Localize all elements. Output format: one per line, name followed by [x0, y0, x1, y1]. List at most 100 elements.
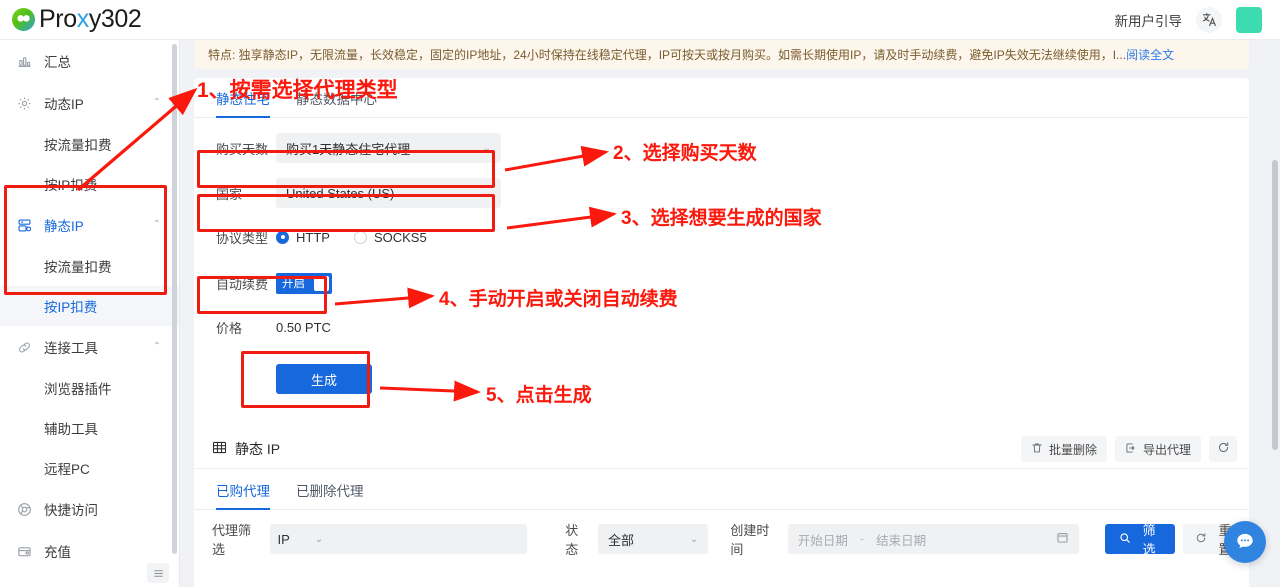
sidebar-item-remote-pc[interactable]: 远程PC — [0, 448, 179, 488]
autorenew-toggle-label: 开启 — [282, 278, 305, 290]
read-more-link[interactable]: 阅读全文 — [1126, 46, 1174, 63]
proxy-filter-type-select[interactable]: IP ⌄ — [269, 524, 332, 554]
country-select-value: United States (US) — [286, 185, 395, 201]
sidebar-item-label: 连接工具 — [44, 341, 98, 356]
proxy-filter-label: 代理筛选 — [212, 523, 252, 557]
date-separator: - — [859, 532, 865, 546]
status-label: 状态 — [565, 523, 579, 557]
sidebar-item-quick-access[interactable]: 快捷访问 — [0, 488, 179, 530]
chart-bar-icon — [14, 54, 34, 69]
proxy302-logo-icon — [12, 8, 35, 31]
radio-socks5-label: SOCKS5 — [373, 229, 427, 245]
sidebar-item-label: 动态IP — [44, 97, 84, 112]
radio-http[interactable]: HTTP — [276, 230, 330, 245]
radio-dot-icon — [353, 230, 367, 244]
autorenew-toggle[interactable]: 开启 — [276, 272, 332, 294]
price-value: 0.50 PTC — [276, 319, 331, 335]
page-scrollbar[interactable] — [1272, 160, 1278, 450]
gear-ip-icon — [14, 96, 34, 111]
chevron-up-icon: ⌃ — [152, 97, 161, 108]
sidebar-item-label: 辅助工具 — [44, 422, 98, 437]
sidebar-item-summary[interactable]: 汇总 — [0, 40, 179, 82]
sidebar-item-browser-extension[interactable]: 浏览器插件 — [0, 368, 179, 408]
chevron-up-icon: ⌃ — [152, 219, 161, 230]
batch-delete-button[interactable]: 批量删除 — [1020, 436, 1107, 462]
chevron-down-icon: ⌄ — [482, 187, 491, 199]
top-header: Proxy302 新用户引导 — [0, 0, 1280, 40]
status-select-value: 全部 — [607, 532, 634, 548]
translate-icon[interactable] — [1196, 6, 1222, 33]
sidebar-item-dynamic-traffic[interactable]: 按流量扣费 — [0, 124, 179, 164]
brand-name-x: x — [76, 5, 90, 33]
sidebar-item-dynamic-ipbilling[interactable]: 按IP扣费 — [0, 164, 179, 204]
search-icon — [1119, 532, 1131, 547]
days-select-value: 购买1天静态住宅代理 — [286, 141, 411, 157]
user-avatar[interactable] — [1236, 6, 1262, 33]
date-start-placeholder: 开始日期 — [797, 533, 848, 548]
batch-delete-label: 批量删除 — [1048, 442, 1097, 457]
server-icon — [14, 218, 34, 233]
sidebar-item-label: 静态IP — [44, 219, 84, 234]
list-header-actions: 批量删除 导出代理 — [1020, 436, 1237, 462]
protocol-radio-group: HTTP SOCKS5 — [276, 230, 427, 245]
generate-button[interactable]: 生成 — [276, 364, 372, 394]
refresh-icon — [1217, 441, 1230, 457]
annotation-label-4: 4、手动开启或关闭自动续费 — [439, 289, 678, 310]
sidebar-item-label: 充值 — [44, 545, 71, 560]
tab-purchased-proxy[interactable]: 已购代理 — [216, 480, 270, 510]
sidebar-item-label: 按IP扣费 — [44, 178, 98, 193]
new-user-guide-link[interactable]: 新用户引导 — [1115, 10, 1183, 30]
created-date-range-picker[interactable]: 开始日期 - 结束日期 — [787, 524, 1080, 554]
refresh-list-button[interactable] — [1209, 436, 1237, 462]
app-root: Proxy302 新用户引导 汇总 动态IP ⌃ 按流量扣费 按IP扣费 静态I… — [0, 0, 1280, 587]
protocol-label: 协议类型 — [216, 230, 269, 246]
sidebar-item-static-ipbilling[interactable]: 按IP扣费 — [0, 286, 179, 326]
days-select[interactable]: 购买1天静态住宅代理 ⌄ — [276, 133, 501, 163]
export-icon — [1125, 442, 1137, 457]
refresh-icon — [1195, 532, 1207, 547]
autorenew-label: 自动续费 — [216, 276, 269, 292]
sidebar-item-helper-tools[interactable]: 辅助工具 — [0, 408, 179, 448]
field-row-price: 价格 0.50 PTC — [216, 311, 1249, 343]
sidebar-scrollbar[interactable] — [172, 44, 177, 554]
annotation-label-1: 1、按需选择代理类型 — [197, 79, 398, 102]
sidebar: 汇总 动态IP ⌃ 按流量扣费 按IP扣费 静态IP ⌃ 按流量扣费 按IP扣费… — [0, 40, 180, 587]
filter-button[interactable]: 筛选 — [1105, 523, 1176, 557]
sidebar-item-label: 按流量扣费 — [44, 138, 112, 153]
list-tabs: 已购代理 已删除代理 — [194, 469, 1249, 510]
proxy-filter-type-value: IP — [277, 531, 290, 547]
country-select[interactable]: United States (US) ⌄ — [276, 178, 501, 208]
filter-button-label: 筛选 — [1142, 523, 1156, 557]
annotation-label-3: 3、选择想要生成的国家 — [621, 208, 822, 229]
annotation-label-5: 5、点击生成 — [486, 385, 592, 406]
collapse-sidebar-icon[interactable] — [147, 563, 169, 583]
main-content: 特点: 独享静态IP，无限流量，长效稳定，固定的IP地址，24小时保持在线稳定代… — [180, 40, 1280, 587]
table-icon — [212, 440, 227, 458]
sidebar-item-label: 按流量扣费 — [44, 260, 112, 275]
calendar-icon — [1056, 531, 1069, 547]
chevron-down-icon: ⌄ — [482, 142, 491, 154]
brand-logo[interactable]: Proxy302 — [0, 5, 142, 34]
sidebar-item-static-ip[interactable]: 静态IP ⌃ — [0, 204, 179, 246]
chat-bot-icon[interactable] — [1224, 521, 1266, 563]
notice-text: 特点: 独享静态IP，无限流量，长效稳定，固定的IP地址，24小时保持在线稳定代… — [208, 48, 1127, 62]
sidebar-item-label: 汇总 — [44, 55, 71, 70]
sidebar-item-connect-tools[interactable]: 连接工具 ⌃ — [0, 326, 179, 368]
sidebar-item-dynamic-ip[interactable]: 动态IP ⌃ — [0, 82, 179, 124]
link-icon — [14, 340, 34, 355]
export-proxy-button[interactable]: 导出代理 — [1114, 436, 1201, 462]
header-actions: 新用户引导 — [1115, 6, 1280, 33]
radio-socks5[interactable]: SOCKS5 — [353, 229, 427, 245]
wallet-icon — [14, 544, 34, 559]
sidebar-item-static-traffic[interactable]: 按流量扣费 — [0, 246, 179, 286]
field-row-generate: 生成 — [216, 363, 1249, 395]
price-label: 价格 — [216, 320, 243, 336]
proxy-filter-input[interactable] — [331, 524, 528, 554]
tab-deleted-proxy[interactable]: 已删除代理 — [296, 480, 364, 509]
status-select[interactable]: 全部 ⌄ — [597, 524, 709, 554]
export-proxy-label: 导出代理 — [1142, 442, 1191, 457]
days-label: 购买天数 — [216, 141, 269, 157]
feature-notice-banner: 特点: 独享静态IP，无限流量，长效稳定，固定的IP地址，24小时保持在线稳定代… — [194, 40, 1249, 69]
chevron-down-icon: ⌄ — [690, 533, 699, 545]
static-ip-list-card: 静态 IP 批量删除 导出代理 已购代理 已删除代理 代理筛选 IP ⌄ 状态 … — [194, 430, 1249, 587]
